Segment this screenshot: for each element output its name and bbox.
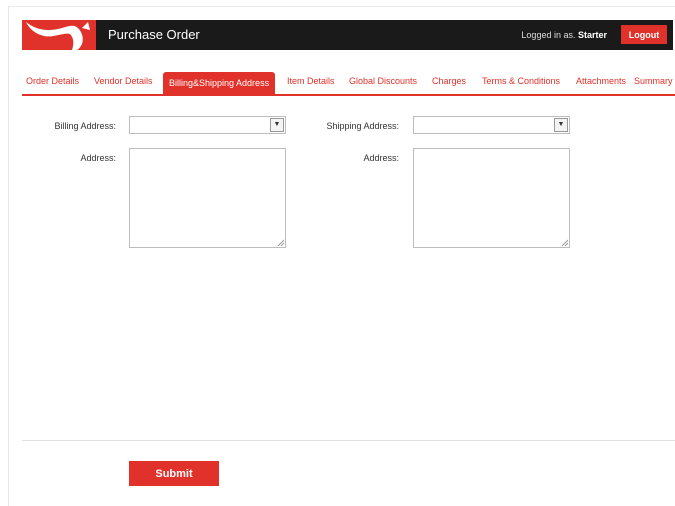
billing-address-text-label: Address: — [80, 153, 116, 163]
billing-address-select[interactable]: ▼ — [129, 116, 286, 134]
tab-order-details[interactable]: Order Details — [26, 76, 79, 86]
chevron-down-icon[interactable]: ▼ — [554, 118, 568, 132]
logged-in-status: Logged in as. Starter — [521, 30, 607, 40]
shipping-address-select[interactable]: ▼ — [413, 116, 570, 134]
tab-global-discounts[interactable]: Global Discounts — [349, 76, 417, 86]
tab-attachments[interactable]: Attachments — [576, 76, 626, 86]
tab-vendor-details[interactable]: Vendor Details — [94, 76, 153, 86]
billing-address-textarea[interactable] — [129, 148, 286, 248]
logout-button[interactable]: Logout — [621, 25, 667, 44]
tab-summary[interactable]: Summary — [634, 76, 673, 86]
resize-grip-icon[interactable] — [561, 239, 568, 246]
cat-logo-icon — [26, 22, 90, 50]
tab-billing-shipping-address[interactable]: Billing&Shipping Address — [163, 72, 276, 94]
brand-logo — [22, 20, 96, 50]
logged-in-prefix: Logged in as. — [521, 30, 576, 40]
shipping-address-label: Shipping Address: — [326, 121, 399, 131]
app-header: Purchase Order Logged in as. Starter Log… — [22, 20, 673, 50]
username: Starter — [577, 30, 607, 40]
billing-address-label: Billing Address: — [54, 121, 116, 131]
resize-grip-icon[interactable] — [277, 239, 284, 246]
tab-bar: Order Details Vendor Details Billing&Shi… — [22, 72, 675, 96]
shipping-address-text-label: Address: — [363, 153, 399, 163]
tab-item-details[interactable]: Item Details — [287, 76, 335, 86]
tab-terms-conditions[interactable]: Terms & Conditions — [482, 76, 560, 86]
chevron-down-icon[interactable]: ▼ — [270, 118, 284, 132]
footer-divider — [22, 440, 675, 441]
shipping-address-textarea[interactable] — [413, 148, 570, 248]
tab-charges[interactable]: Charges — [432, 76, 466, 86]
page-title: Purchase Order — [108, 27, 200, 42]
submit-button[interactable]: Submit — [129, 461, 219, 486]
